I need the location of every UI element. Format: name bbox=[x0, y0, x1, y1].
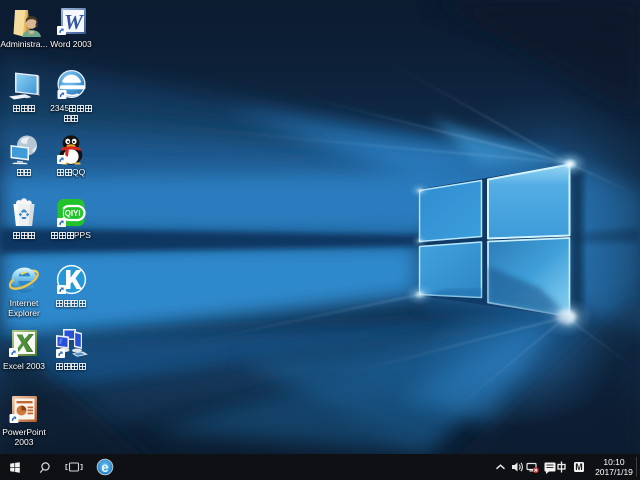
svg-text:e: e bbox=[101, 460, 109, 475]
svg-text:M: M bbox=[575, 462, 583, 472]
svg-text:W: W bbox=[64, 10, 84, 34]
svg-text:iQIYI: iQIYI bbox=[62, 209, 80, 218]
